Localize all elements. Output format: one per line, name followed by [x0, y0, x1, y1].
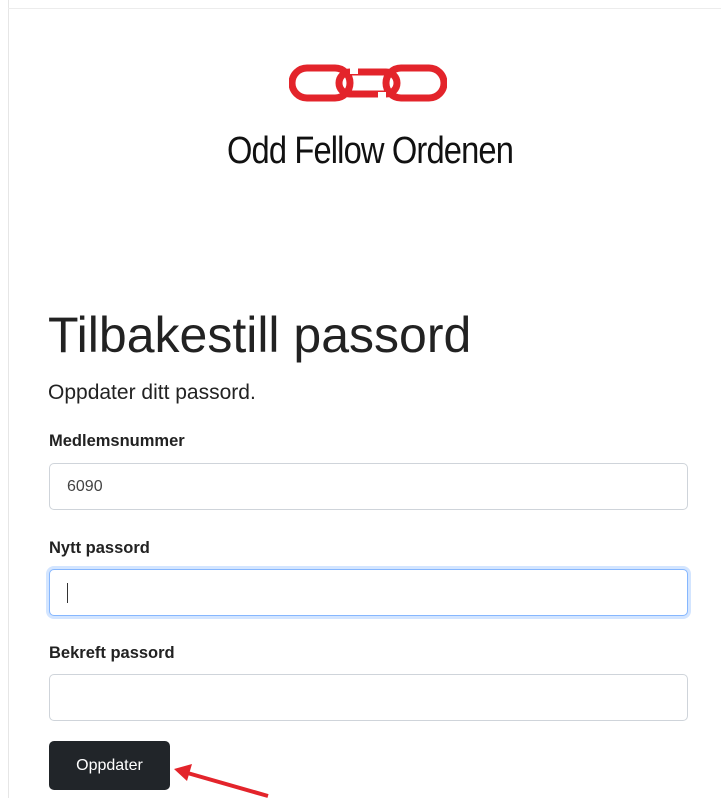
new-password-label: Nytt passord — [49, 539, 150, 557]
text-cursor — [67, 582, 68, 603]
member-number-label: Medlemsnummer — [49, 432, 185, 450]
confirm-password-label: Bekreft passord — [49, 644, 175, 662]
page-title: Tilbakestill passord — [48, 307, 472, 363]
red-arrow-icon — [174, 764, 269, 798]
new-password-field[interactable] — [49, 569, 688, 616]
reset-password-page: Odd Fellow Ordenen Tilbakestill passord … — [0, 0, 721, 798]
page-subtitle: Oppdater ditt passord. — [48, 381, 256, 404]
frame-border-top — [8, 8, 721, 9]
chain-link-logo-icon — [289, 64, 447, 102]
confirm-password-field[interactable] — [49, 674, 688, 721]
update-button[interactable]: Oppdater — [49, 741, 170, 790]
member-number-field[interactable]: 6090 — [49, 463, 688, 510]
frame-border-left — [8, 0, 9, 798]
brand-name: Odd Fellow Ordenen — [226, 130, 514, 172]
